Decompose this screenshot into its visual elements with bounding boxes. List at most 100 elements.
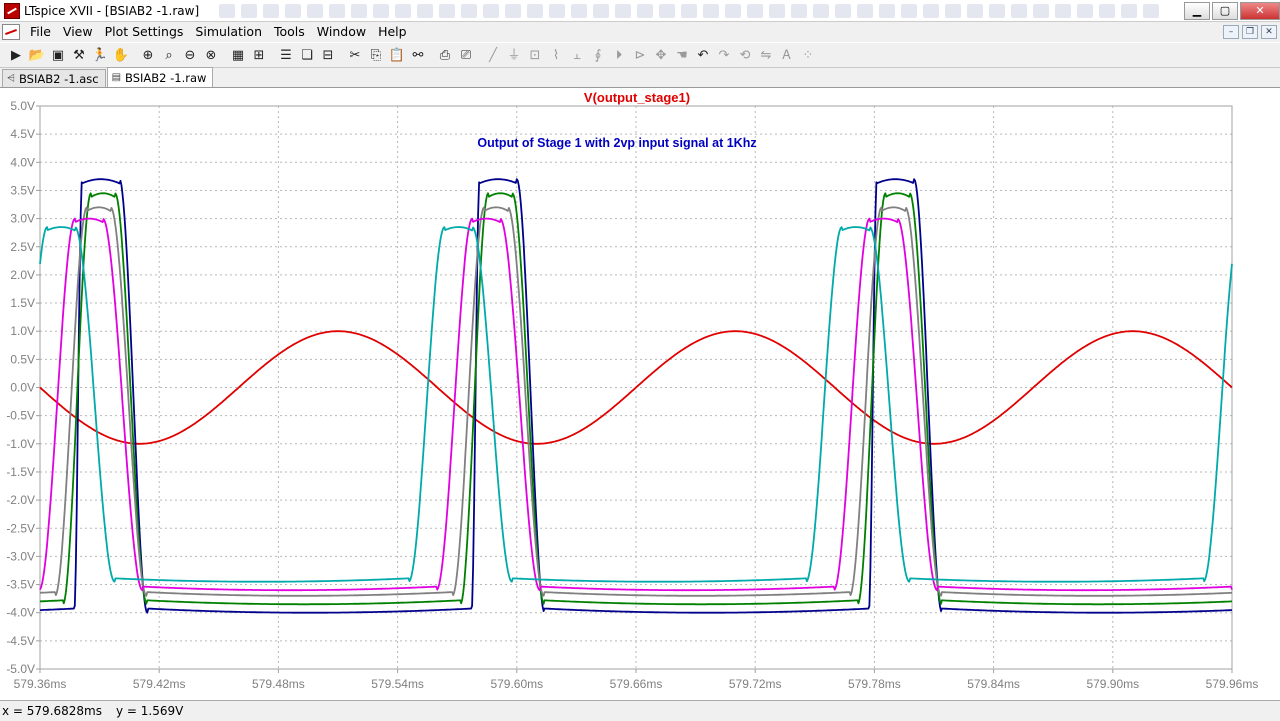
menu-simulation[interactable]: Simulation bbox=[189, 22, 268, 42]
y-tick-label: 2.5V bbox=[10, 240, 35, 254]
control-panel-icon[interactable]: ⚒ bbox=[69, 45, 89, 65]
autorange-icon[interactable]: ▦ bbox=[228, 45, 248, 65]
doc-close-button[interactable]: ✕ bbox=[1261, 25, 1277, 39]
maximize-button[interactable]: ▢ bbox=[1212, 1, 1238, 20]
y-tick-label: 3.5V bbox=[10, 183, 35, 197]
x-tick-label: 579.60ms bbox=[490, 677, 543, 691]
open-folder-icon[interactable]: 📂 bbox=[27, 45, 47, 65]
y-tick-label: 0.0V bbox=[10, 381, 35, 395]
y-tick-label: 1.0V bbox=[10, 324, 35, 338]
doc-restore-button[interactable]: ❐ bbox=[1242, 25, 1258, 39]
wire-icon: ╱ bbox=[489, 47, 497, 63]
rotate-icon: ⟲ bbox=[739, 47, 751, 63]
y-tick-label: -1.0V bbox=[6, 437, 35, 451]
zoom-fit-icon[interactable]: ⊗ bbox=[201, 45, 221, 65]
copy-icon[interactable]: ⎘ bbox=[366, 45, 386, 65]
close-button[interactable]: ✕ bbox=[1240, 1, 1280, 20]
new-schematic-icon[interactable]: ▶ bbox=[6, 45, 26, 65]
schematic-icon: ⩤ bbox=[7, 73, 15, 84]
y-tick-label: -3.0V bbox=[6, 549, 35, 563]
y-tick-label: -0.5V bbox=[6, 409, 35, 423]
find-icon[interactable]: ⚯ bbox=[408, 45, 428, 65]
tab-waveform-label: BSIAB2 -1.raw bbox=[125, 70, 207, 85]
mirror-icon: ⇋ bbox=[760, 47, 772, 63]
y-tick-label: 4.0V bbox=[10, 155, 35, 169]
doc-minimize-button[interactable]: – bbox=[1223, 25, 1239, 39]
x-tick-label: 579.72ms bbox=[729, 677, 782, 691]
cursor-y-readout: y = 1.569V bbox=[115, 704, 184, 718]
y-axis-ticks: 5.0V 4.5V 4.0V 3.5V 3.0V 2.5V 2.0V 1.5V 1.0V 0.5V… bbox=[6, 99, 40, 676]
menu-tools[interactable]: Tools bbox=[268, 22, 311, 42]
y-tick-label: 2.0V bbox=[10, 268, 35, 282]
cursor-x-readout: x = 579.6828ms bbox=[2, 704, 102, 718]
tile-horizontal-icon[interactable]: ☰ bbox=[276, 45, 296, 65]
print-icon[interactable]: ⎙ bbox=[435, 45, 455, 65]
menu-view[interactable]: View bbox=[57, 22, 99, 42]
x-tick-label: 579.90ms bbox=[1086, 677, 1139, 691]
trace-title[interactable]: V(output_stage1) bbox=[584, 90, 690, 105]
pan-icon[interactable]: ⌕ bbox=[159, 45, 179, 65]
y-tick-label: -4.0V bbox=[6, 606, 35, 620]
y-tick-label: 1.5V bbox=[10, 296, 35, 310]
cut-icon[interactable]: ✂ bbox=[345, 45, 365, 65]
y-tick-label: 3.0V bbox=[10, 212, 35, 226]
tab-schematic-label: BSIAB2 -1.asc bbox=[19, 71, 99, 86]
toolbar: ▶ 📂 ▣ ⚒ 🏃 ✋ ⊕ ⌕ ⊖ ⊗ ▦ ⊞ ☰ ❏ ⊟ ✂ ⎘ 📋 ⚯ ⎙ … bbox=[0, 42, 1280, 68]
tab-waveform[interactable]: ▤ BSIAB2 -1.raw bbox=[106, 67, 214, 87]
label-icon: ⊡ bbox=[529, 47, 541, 63]
background-taskbar-icons bbox=[219, 0, 1182, 22]
vertical-autorange-icon[interactable]: ⊞ bbox=[249, 45, 269, 65]
plot-annotation: Output of Stage 1 with 2vp input signal … bbox=[477, 136, 756, 150]
minimize-button[interactable]: ▁ bbox=[1184, 1, 1210, 20]
waveform-viewer[interactable]: 5.0V 4.5V 4.0V 3.5V 3.0V 2.5V 2.0V 1.5V 1.0V 0.5V… bbox=[0, 88, 1280, 700]
save-icon[interactable]: ▣ bbox=[48, 45, 68, 65]
x-tick-label: 579.36ms bbox=[14, 677, 67, 691]
diode-icon: ⏵ bbox=[615, 47, 623, 63]
document-window-icon[interactable] bbox=[2, 24, 20, 40]
y-tick-label: 4.5V bbox=[10, 127, 35, 141]
cascade-icon[interactable]: ❏ bbox=[297, 45, 317, 65]
y-tick-label: -1.5V bbox=[6, 465, 35, 479]
window-title: LTspice XVII - [BSIAB2 -1.raw] bbox=[24, 3, 200, 18]
tab-schematic[interactable]: ⩤ BSIAB2 -1.asc bbox=[2, 69, 106, 87]
menu-plot-settings[interactable]: Plot Settings bbox=[99, 22, 190, 42]
y-tick-label: 5.0V bbox=[10, 99, 35, 113]
undo-icon[interactable]: ↶ bbox=[693, 45, 713, 65]
y-tick-label: -2.5V bbox=[6, 521, 35, 535]
x-tick-label: 579.54ms bbox=[371, 677, 424, 691]
capacitor-icon: ⫠ bbox=[573, 47, 581, 63]
component-icon: ⊳ bbox=[634, 47, 646, 63]
redo-icon: ↷ bbox=[718, 47, 730, 63]
x-tick-label: 579.78ms bbox=[848, 677, 901, 691]
inductor-icon: ∮ bbox=[594, 47, 602, 63]
menu-window[interactable]: Window bbox=[311, 22, 372, 42]
y-tick-label: -2.0V bbox=[6, 493, 35, 507]
ground-icon: ⏚ bbox=[507, 47, 521, 63]
run-icon[interactable]: 🏃 bbox=[90, 45, 110, 65]
x-tick-label: 579.42ms bbox=[133, 677, 186, 691]
zoom-out-icon[interactable]: ⊖ bbox=[180, 45, 200, 65]
menu-bar: File View Plot Settings Simulation Tools… bbox=[0, 22, 1280, 42]
x-axis-ticks: 579.36ms 579.42ms 579.48ms 579.54ms 579.60ms… bbox=[14, 669, 1258, 691]
y-tick-label: -5.0V bbox=[6, 662, 35, 676]
halt-icon[interactable]: ✋ bbox=[111, 45, 131, 65]
document-tab-bar: ⩤ BSIAB2 -1.asc ▤ BSIAB2 -1.raw bbox=[0, 67, 1280, 88]
paste-icon[interactable]: 📋 bbox=[387, 45, 407, 65]
status-bar: x = 579.6828ms y = 1.569V bbox=[0, 700, 1280, 721]
menu-file[interactable]: File bbox=[24, 22, 57, 42]
y-tick-label: 0.5V bbox=[10, 352, 35, 366]
waveform-plot[interactable]: 5.0V 4.5V 4.0V 3.5V 3.0V 2.5V 2.0V 1.5V 1.0V 0.5V… bbox=[0, 88, 1280, 700]
spice-directive-icon: ⁘ bbox=[802, 47, 814, 63]
print-setup-icon[interactable]: ⎚ bbox=[456, 45, 476, 65]
y-tick-label: -4.5V bbox=[6, 634, 35, 648]
window-controls: ▁ ▢ ✕ bbox=[1182, 0, 1280, 22]
ltspice-app-icon bbox=[4, 2, 20, 19]
x-tick-label: 579.84ms bbox=[967, 677, 1020, 691]
menu-help[interactable]: Help bbox=[372, 22, 413, 42]
x-tick-label: 579.66ms bbox=[610, 677, 663, 691]
zoom-in-icon[interactable]: ⊕ bbox=[138, 45, 158, 65]
text-icon: Ꭺ bbox=[782, 47, 792, 63]
y-tick-label: -3.5V bbox=[6, 578, 35, 592]
tile-vertical-icon[interactable]: ⊟ bbox=[318, 45, 338, 65]
move-icon: ✥ bbox=[655, 47, 667, 63]
